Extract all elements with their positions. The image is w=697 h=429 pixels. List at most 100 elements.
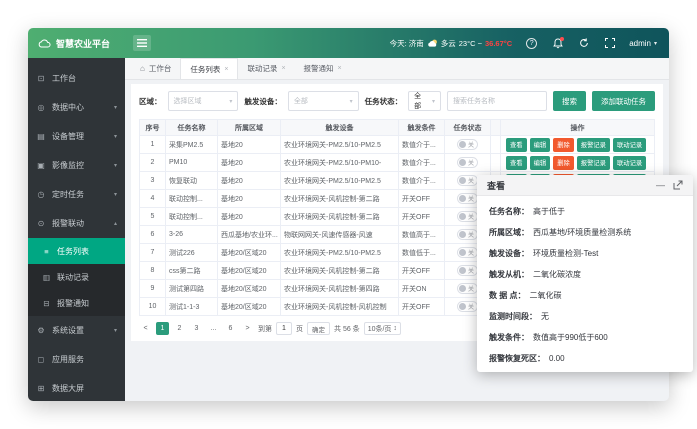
help-button[interactable]: ? — [525, 37, 538, 50]
linkage-records-icon: ▥ — [42, 273, 51, 282]
sidebar-item-workbench[interactable]: ⊡ 工作台 — [28, 64, 125, 93]
task-status-select[interactable]: 全部 ▾ — [408, 91, 441, 111]
alarm-linkage-submenu: ≡ 任务列表 ▥ 联动记录 ⊟ 报警通知 — [28, 238, 125, 316]
status-toggle[interactable]: 关 — [457, 211, 478, 222]
next-page-button[interactable]: > — [241, 322, 254, 335]
sidebar-item-data-center[interactable]: ◎ 数据中心 ▾ — [28, 93, 125, 122]
sidebar-item-alarm-linkage[interactable]: ⊙ 报警联动 ▴ — [28, 209, 125, 238]
refresh-icon — [579, 38, 589, 48]
weather-cloud-icon — [427, 39, 438, 47]
view-button[interactable]: 查看 — [506, 138, 527, 152]
toggle-knob — [459, 177, 466, 184]
status-toggle[interactable]: 关 — [457, 157, 478, 168]
status-toggle[interactable]: 关 — [457, 229, 478, 240]
status-toggle[interactable]: 关 — [457, 301, 478, 312]
linkage-record-button[interactable]: 联动记录 — [613, 138, 646, 152]
chevron-down-icon: ▾ — [654, 40, 657, 47]
alarm-record-button[interactable]: 报警记录 — [577, 138, 610, 152]
chevron-down-icon: ▾ — [114, 162, 117, 169]
tab-task-list[interactable]: 任务列表 × — [180, 58, 238, 79]
device-management-icon: ▤ — [36, 132, 46, 141]
col-trigger-device: 触发设备 — [281, 120, 399, 136]
close-icon[interactable]: × — [224, 66, 228, 73]
jump-confirm-button[interactable]: 确定 — [307, 322, 330, 335]
prev-page-button[interactable]: < — [139, 322, 152, 335]
workbench-icon: ⊡ — [36, 74, 46, 83]
status-toggle[interactable]: 关 — [457, 265, 478, 276]
edit-button[interactable]: 编辑 — [530, 138, 551, 152]
alarm-record-button[interactable]: 报警记录 — [577, 156, 610, 170]
task-list-icon: ≡ — [42, 247, 51, 256]
sidebar-item-linkage-records[interactable]: ▥ 联动记录 — [28, 264, 125, 290]
field-trigger-device: 触发设备：环境质量检测-Test — [489, 248, 681, 259]
status-toggle[interactable]: 关 — [457, 283, 478, 294]
fullscreen-icon — [605, 38, 615, 48]
chevron-down-icon: ▾ — [346, 98, 353, 105]
sidebar-item-timed-tasks[interactable]: ◷ 定时任务 ▾ — [28, 180, 125, 209]
app-logo: 智慧农业平台 — [28, 37, 125, 50]
region-label: 区域： — [139, 96, 162, 107]
hamburger-icon — [137, 39, 147, 47]
trigger-device-select[interactable]: 全部 ▾ — [288, 91, 359, 111]
search-button[interactable]: 搜索 — [553, 91, 586, 111]
weather-today: 今天: 济南 — [390, 38, 424, 49]
status-toggle[interactable]: 关 — [457, 247, 478, 258]
sidebar-item-device-management[interactable]: ▤ 设备管理 ▾ — [28, 122, 125, 151]
chevron-down-icon: ▾ — [428, 98, 435, 105]
tab-bar: ⌂ 工作台 任务列表 × 联动记录 × 报警通知 × — [125, 58, 669, 80]
page-button-1[interactable]: 1 — [156, 322, 169, 335]
status-toggle[interactable]: 关 — [457, 175, 478, 186]
sidebar-collapse-button[interactable] — [133, 35, 151, 51]
page-button-6[interactable]: 6 — [224, 322, 237, 335]
chevron-down-icon: ▾ — [114, 191, 117, 198]
page-ellipsis: ... — [207, 322, 220, 335]
search-input[interactable] — [447, 91, 547, 111]
page-size-select[interactable]: 10条/页 ↕ — [364, 322, 401, 335]
page-button-2[interactable]: 2 — [173, 322, 186, 335]
view-button[interactable]: 查看 — [506, 156, 527, 170]
panel-title: 查看 — [487, 179, 505, 192]
region-select[interactable]: 选择区域 ▾ — [168, 91, 239, 111]
app-service-icon: ◻ — [36, 355, 46, 364]
edit-button[interactable]: 编辑 — [530, 156, 551, 170]
linkage-record-button[interactable]: 联动记录 — [613, 156, 646, 170]
table-row: 1 采集PM2.5 基地20 农业环境网关-PM2.5/10-PM2.5 数值介… — [140, 136, 655, 154]
refresh-button[interactable] — [577, 37, 590, 50]
expand-icon[interactable] — [673, 180, 683, 190]
status-toggle[interactable]: 关 — [457, 193, 478, 204]
close-icon[interactable]: × — [281, 65, 285, 72]
close-icon[interactable]: × — [338, 65, 342, 72]
sidebar-item-data-screen[interactable]: ⊞ 数据大屏 — [28, 374, 125, 401]
add-linkage-task-button[interactable]: 添加联动任务 — [592, 91, 655, 111]
sidebar-item-app-service[interactable]: ◻ 应用服务 — [28, 345, 125, 374]
top-header: 智慧农业平台 今天: 济南 多云 23°C ~ 36.67°C ? — [28, 28, 669, 58]
col-index: 序号 — [140, 120, 166, 136]
toggle-knob — [459, 249, 466, 256]
weather-temp: 23°C ~ — [459, 39, 482, 48]
notification-button[interactable] — [551, 37, 564, 50]
fullscreen-button[interactable] — [603, 37, 616, 50]
delete-button[interactable]: 删除 — [553, 156, 574, 170]
tab-linkage-records[interactable]: 联动记录 × — [238, 58, 294, 79]
chevron-down-icon: ▾ — [114, 327, 117, 334]
tab-workbench[interactable]: ⌂ 工作台 — [131, 58, 180, 79]
status-toggle[interactable]: 关 — [457, 139, 478, 150]
weather-temp-high: 36.67°C — [485, 39, 512, 48]
notification-badge-dot — [560, 37, 564, 41]
sidebar-item-alarm-notice[interactable]: ⊟ 报警通知 — [28, 290, 125, 316]
field-trigger-slave: 触发从机：二氧化碳浓度 — [489, 269, 681, 280]
tab-alarm-notice[interactable]: 报警通知 × — [295, 58, 351, 79]
task-status-label: 任务状态： — [365, 96, 403, 107]
delete-button[interactable]: 删除 — [553, 138, 574, 152]
user-menu[interactable]: admin ▾ — [629, 39, 657, 48]
jump-page-input[interactable] — [276, 322, 292, 335]
chevron-down-icon: ▾ — [225, 98, 232, 105]
header-right-group: 今天: 济南 多云 23°C ~ 36.67°C ? — [390, 37, 669, 50]
toggle-knob — [459, 159, 466, 166]
data-center-icon: ◎ — [36, 103, 46, 112]
sidebar-item-task-list[interactable]: ≡ 任务列表 — [28, 238, 125, 264]
sidebar-item-system-settings[interactable]: ⚙ 系统设置 ▾ — [28, 316, 125, 345]
page-button-3[interactable]: 3 — [190, 322, 203, 335]
sidebar-item-video-monitoring[interactable]: ▣ 影像监控 ▾ — [28, 151, 125, 180]
minimize-button[interactable]: — — [656, 181, 665, 190]
